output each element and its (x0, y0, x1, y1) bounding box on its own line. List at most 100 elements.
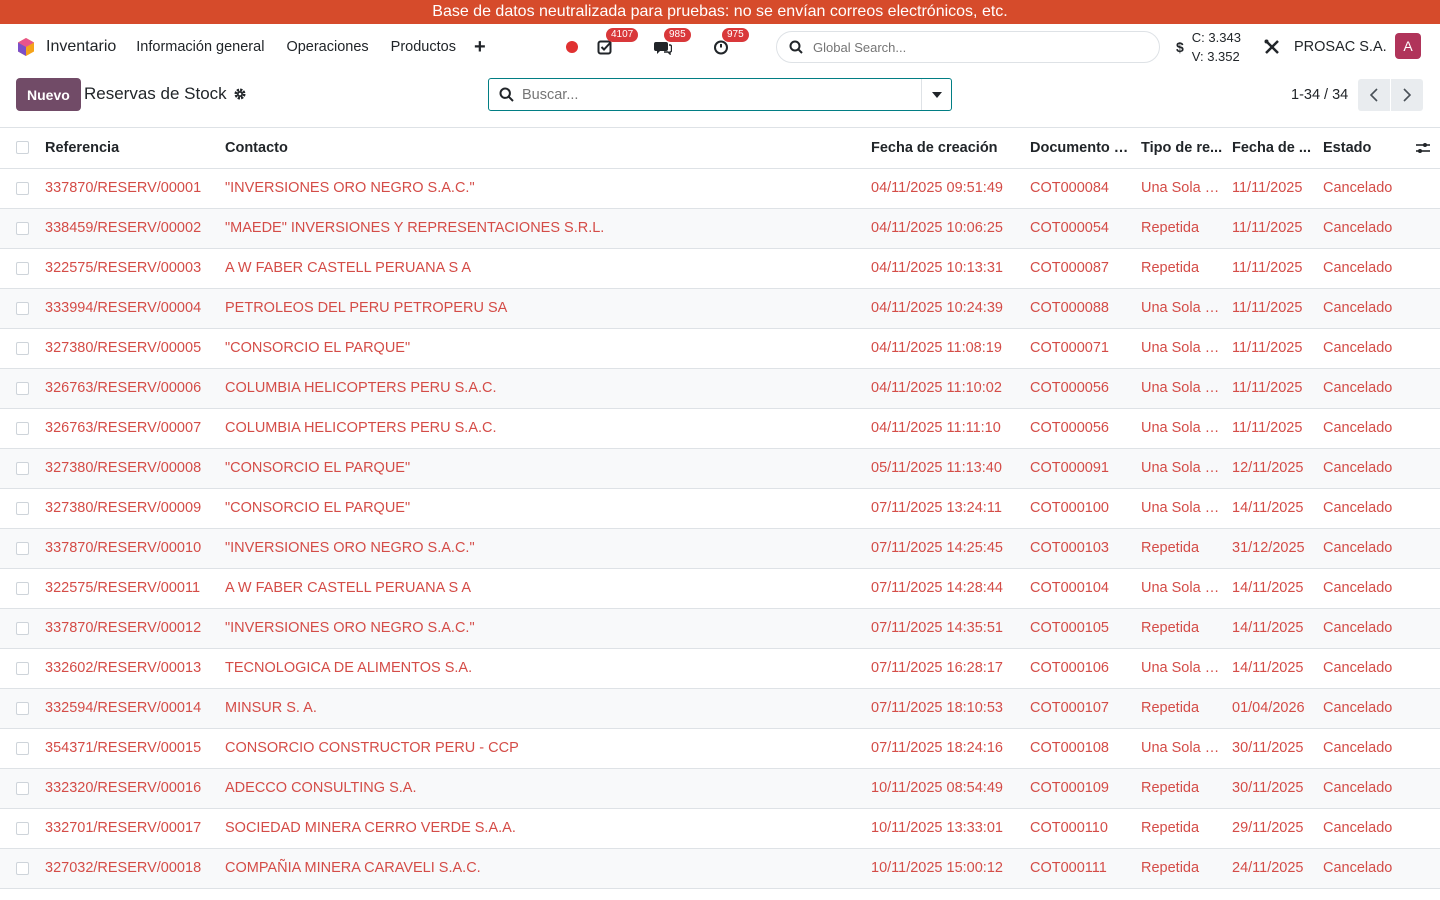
row-checkbox-cell[interactable] (0, 648, 41, 689)
cell-documento[interactable]: COT000107 (1026, 688, 1137, 729)
cell-fecha-vencimiento[interactable]: 11/11/2025 (1228, 328, 1319, 369)
cell-documento[interactable]: COT000108 (1026, 728, 1137, 769)
column-contacto[interactable]: Contacto (221, 128, 867, 169)
cell-fecha-vencimiento[interactable]: 14/11/2025 (1228, 648, 1319, 689)
row-checkbox-cell[interactable] (0, 808, 41, 849)
table-row[interactable]: 338459/RESERV/00002 "MAEDE" INVERSIONES Y… (0, 208, 1440, 249)
cell-tipo[interactable]: Una Sola V... (1137, 448, 1228, 489)
row-checkbox-cell[interactable] (0, 688, 41, 729)
cell-contacto[interactable]: COLUMBIA HELICOPTERS PERU S.A.C. (221, 368, 867, 409)
table-row[interactable]: 327380/RESERV/00005 "CONSORCIO EL PARQUE"… (0, 328, 1440, 369)
cell-documento[interactable]: COT000071 (1026, 328, 1137, 369)
cell-fecha-vencimiento[interactable]: 24/11/2025 (1228, 848, 1319, 889)
cell-estado[interactable]: Cancelado (1319, 488, 1405, 529)
cell-estado[interactable]: Cancelado (1319, 208, 1405, 249)
cell-documento[interactable]: COT000100 (1026, 488, 1137, 529)
cell-fecha-vencimiento[interactable]: 29/11/2025 (1228, 808, 1319, 849)
pager-value[interactable]: 1-34 / 34 (1291, 87, 1348, 103)
cell-contacto[interactable]: COLUMBIA HELICOPTERS PERU S.A.C. (221, 408, 867, 449)
cell-contacto[interactable]: "INVERSIONES ORO NEGRO S.A.C." (221, 528, 867, 569)
cell-estado[interactable]: Cancelado (1319, 568, 1405, 609)
timer-icon[interactable]: 975 (712, 28, 749, 56)
cell-fecha-vencimiento[interactable]: 14/11/2025 (1228, 608, 1319, 649)
cell-documento[interactable]: COT000087 (1026, 248, 1137, 289)
cell-fecha-vencimiento[interactable]: 01/04/2026 (1228, 688, 1319, 729)
cell-fecha-vencimiento[interactable]: 30/11/2025 (1228, 728, 1319, 769)
cell-fecha-vencimiento[interactable]: 11/11/2025 (1228, 208, 1319, 249)
cell-fecha-vencimiento[interactable]: 11/11/2025 (1228, 408, 1319, 449)
table-row[interactable]: 337870/RESERV/00012 "INVERSIONES ORO NEGR… (0, 608, 1440, 649)
cell-tipo[interactable]: Una Sola V... (1137, 728, 1228, 769)
tools-icon[interactable] (1263, 38, 1281, 56)
row-checkbox[interactable] (16, 221, 29, 235)
row-checkbox-cell[interactable] (0, 608, 41, 649)
cell-contacto[interactable]: SOCIEDAD MINERA CERRO VERDE S.A.A. (221, 808, 867, 849)
cell-fecha-creacion[interactable]: 04/11/2025 10:13:31 (867, 248, 1026, 289)
cell-documento[interactable]: COT000104 (1026, 568, 1137, 609)
cell-estado[interactable]: Cancelado (1319, 448, 1405, 489)
cell-tipo[interactable]: Una Sola V... (1137, 328, 1228, 369)
cell-fecha-creacion[interactable]: 07/11/2025 18:24:16 (867, 728, 1026, 769)
cell-estado[interactable]: Cancelado (1319, 648, 1405, 689)
row-checkbox-cell[interactable] (0, 448, 41, 489)
row-checkbox-cell[interactable] (0, 328, 41, 369)
cell-contacto[interactable]: ADECCO CONSULTING S.A. (221, 768, 867, 809)
row-checkbox-cell[interactable] (0, 488, 41, 529)
cell-tipo[interactable]: Repetida (1137, 208, 1228, 249)
select-all-checkbox[interactable] (16, 141, 29, 155)
search-bar[interactable] (488, 78, 952, 111)
row-checkbox-cell[interactable] (0, 288, 41, 329)
cell-estado[interactable]: Cancelado (1319, 808, 1405, 849)
cell-ref[interactable]: 327380/RESERV/00009 (41, 488, 221, 529)
cell-tipo[interactable]: Una Sola V... (1137, 488, 1228, 529)
cell-estado[interactable]: Cancelado (1319, 168, 1405, 209)
gear-icon[interactable] (233, 87, 247, 101)
row-checkbox-cell[interactable] (0, 368, 41, 409)
cell-fecha-vencimiento[interactable]: 31/12/2025 (1228, 528, 1319, 569)
cell-tipo[interactable]: Una Sola V... (1137, 568, 1228, 609)
cell-fecha-vencimiento[interactable]: 11/11/2025 (1228, 368, 1319, 409)
cell-tipo[interactable]: Una Sola V... (1137, 648, 1228, 689)
cell-estado[interactable]: Cancelado (1319, 728, 1405, 769)
cell-fecha-creacion[interactable]: 07/11/2025 14:28:44 (867, 568, 1026, 609)
cell-fecha-vencimiento[interactable]: 11/11/2025 (1228, 168, 1319, 209)
cell-ref[interactable]: 332594/RESERV/00014 (41, 688, 221, 729)
recording-dot-icon[interactable] (566, 41, 578, 53)
row-checkbox-cell[interactable] (0, 528, 41, 569)
cell-fecha-vencimiento[interactable]: 14/11/2025 (1228, 488, 1319, 529)
cell-fecha-vencimiento[interactable]: 30/11/2025 (1228, 768, 1319, 809)
row-checkbox-cell[interactable] (0, 168, 41, 209)
select-all-checkbox-cell[interactable] (0, 128, 41, 169)
cell-estado[interactable]: Cancelado (1319, 848, 1405, 889)
cell-tipo[interactable]: Repetida (1137, 768, 1228, 809)
row-checkbox[interactable] (16, 781, 29, 795)
cell-ref[interactable]: 338459/RESERV/00002 (41, 208, 221, 249)
cell-ref[interactable]: 326763/RESERV/00006 (41, 368, 221, 409)
cell-estado[interactable]: Cancelado (1319, 368, 1405, 409)
cell-fecha-creacion[interactable]: 07/11/2025 13:24:11 (867, 488, 1026, 529)
cell-ref[interactable]: 332320/RESERV/00016 (41, 768, 221, 809)
row-checkbox-cell[interactable] (0, 728, 41, 769)
cell-fecha-creacion[interactable]: 10/11/2025 15:00:12 (867, 848, 1026, 889)
table-row[interactable]: 333994/RESERV/00004 PETROLEOS DEL PERU PE… (0, 288, 1440, 329)
cell-estado[interactable]: Cancelado (1319, 768, 1405, 809)
messages-icon[interactable]: 985 (654, 28, 691, 56)
table-row[interactable]: 332320/RESERV/00016 ADECCO CONSULTING S.A… (0, 768, 1440, 809)
cell-documento[interactable]: COT000103 (1026, 528, 1137, 569)
table-row[interactable]: 354371/RESERV/00015 CONSORCIO CONSTRUCTOR… (0, 728, 1440, 769)
cell-tipo[interactable]: Repetida (1137, 848, 1228, 889)
menu-operaciones[interactable]: Operaciones (286, 39, 368, 55)
app-name[interactable]: Inventario (46, 38, 116, 56)
row-checkbox[interactable] (16, 741, 29, 755)
row-checkbox-cell[interactable] (0, 208, 41, 249)
column-referencia[interactable]: Referencia (41, 128, 221, 169)
cell-ref[interactable]: 327380/RESERV/00008 (41, 448, 221, 489)
cell-ref[interactable]: 326763/RESERV/00007 (41, 408, 221, 449)
cell-documento[interactable]: COT000105 (1026, 608, 1137, 649)
column-documento-origen[interactable]: Documento o... (1026, 128, 1137, 169)
global-search[interactable] (776, 31, 1160, 63)
cell-fecha-creacion[interactable]: 04/11/2025 10:24:39 (867, 288, 1026, 329)
row-checkbox[interactable] (16, 581, 29, 595)
row-checkbox[interactable] (16, 861, 29, 875)
row-checkbox[interactable] (16, 661, 29, 675)
